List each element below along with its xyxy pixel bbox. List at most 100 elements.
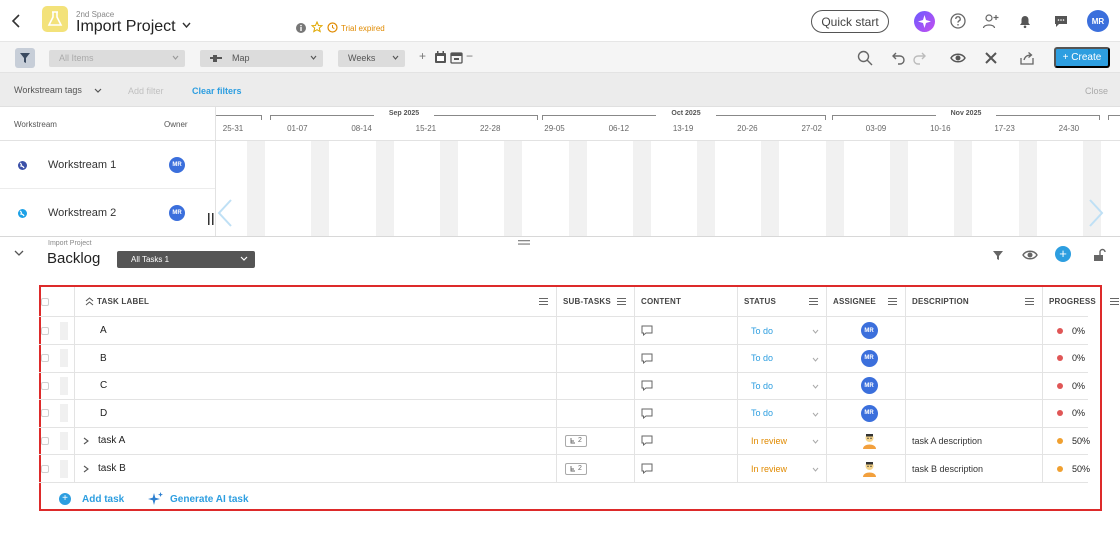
progress-cell[interactable]: 0% xyxy=(1043,372,1120,399)
assignee-header[interactable]: ASSIGNEE xyxy=(827,287,906,316)
row-select-cell[interactable] xyxy=(39,372,53,399)
calendar-icon[interactable] xyxy=(450,51,463,64)
description-cell[interactable] xyxy=(906,344,1043,372)
column-menu-icon[interactable] xyxy=(1110,298,1119,305)
ai-sparkle-icon[interactable] xyxy=(148,491,164,507)
assignee-avatar[interactable]: MR xyxy=(860,322,878,339)
star-icon[interactable] xyxy=(311,21,323,33)
progress-header[interactable]: PROGRESS xyxy=(1043,287,1120,316)
subtasks-badge[interactable]: 2 xyxy=(565,434,587,447)
scroll-right-arrow-icon[interactable] xyxy=(1088,198,1104,228)
chevron-down-icon[interactable] xyxy=(812,357,819,362)
task-label-cell[interactable]: B xyxy=(75,344,557,372)
workstream-row[interactable]: Workstream 2 MR xyxy=(0,189,215,237)
add-item-button[interactable]: + xyxy=(1055,246,1071,262)
drag-handle-bar[interactable] xyxy=(60,431,68,450)
project-title[interactable]: Import Project xyxy=(76,18,176,36)
assignee-cell[interactable] xyxy=(827,455,906,482)
task-label[interactable]: B xyxy=(100,353,107,364)
row-checkbox[interactable] xyxy=(41,354,49,363)
drag-handle-bar[interactable] xyxy=(60,349,68,368)
comment-icon[interactable] xyxy=(641,435,653,447)
owner-avatar[interactable]: MR xyxy=(169,205,185,221)
robot-avatar-icon[interactable] xyxy=(861,432,878,450)
chevron-down-icon[interactable] xyxy=(182,22,191,28)
chevron-down-icon[interactable] xyxy=(812,439,819,445)
content-cell[interactable] xyxy=(635,372,738,400)
description-cell[interactable]: task A description xyxy=(906,427,1043,455)
add-task-button[interactable]: Add task xyxy=(82,494,124,505)
status-cell[interactable]: In review xyxy=(738,455,827,482)
row-checkbox[interactable] xyxy=(41,381,49,390)
assignee-cell[interactable]: MR xyxy=(827,372,906,400)
filter-toggle-button[interactable] xyxy=(15,48,35,68)
task-label-cell[interactable]: A xyxy=(75,317,557,344)
timeline-divider[interactable] xyxy=(215,107,216,236)
create-button[interactable]: + Create xyxy=(1054,47,1110,68)
help-icon[interactable] xyxy=(949,12,967,30)
back-arrow-icon[interactable] xyxy=(8,12,26,30)
workstream-tags-filter[interactable]: Workstream tags xyxy=(14,85,82,95)
subtasks-cell[interactable] xyxy=(557,344,635,372)
sort-icon[interactable] xyxy=(85,297,94,306)
subtasks-header[interactable]: SUB-TASKS xyxy=(557,287,635,316)
description-cell[interactable] xyxy=(906,372,1043,400)
status-cell[interactable]: To do xyxy=(738,372,827,400)
drag-handle-bar[interactable] xyxy=(60,404,68,423)
description-header[interactable]: DESCRIPTION xyxy=(906,287,1043,316)
progress-cell[interactable]: 0% xyxy=(1043,345,1120,372)
chevron-down-icon[interactable] xyxy=(812,329,819,334)
row-drag-handle[interactable] xyxy=(53,455,75,482)
table-row[interactable]: A To do MR 0% xyxy=(39,317,1088,345)
robot-avatar-icon[interactable] xyxy=(861,460,878,478)
description-cell[interactable]: task B description xyxy=(906,455,1043,482)
comment-icon[interactable] xyxy=(641,325,653,336)
content-cell[interactable] xyxy=(635,427,738,455)
content-cell[interactable] xyxy=(635,317,738,344)
row-select-cell[interactable] xyxy=(39,345,53,372)
row-checkbox[interactable] xyxy=(41,409,49,418)
table-row[interactable]: B To do MR 0% xyxy=(39,344,1088,373)
resize-handle-icon[interactable] xyxy=(208,213,214,225)
task-label[interactable]: D xyxy=(100,408,107,419)
status-header[interactable]: STATUS xyxy=(738,287,827,316)
row-select-cell[interactable] xyxy=(39,317,53,344)
assignee-cell[interactable] xyxy=(827,427,906,455)
comment-icon[interactable] xyxy=(641,380,653,392)
workstream-row[interactable]: Workstream 1 MR xyxy=(0,141,215,189)
task-label-cell[interactable]: task A xyxy=(75,427,557,455)
items-select[interactable]: All Items xyxy=(49,50,185,67)
column-menu-icon[interactable] xyxy=(888,298,897,305)
subtasks-cell[interactable] xyxy=(557,317,635,344)
comment-icon[interactable] xyxy=(641,353,653,364)
row-checkbox[interactable] xyxy=(41,436,49,445)
task-label-cell[interactable]: D xyxy=(75,399,557,427)
unlock-icon[interactable] xyxy=(1091,247,1107,263)
invite-user-icon[interactable] xyxy=(982,12,1000,30)
row-drag-handle[interactable] xyxy=(53,399,75,427)
column-menu-icon[interactable] xyxy=(617,298,626,305)
content-cell[interactable] xyxy=(635,455,738,482)
subtasks-badge[interactable]: 2 xyxy=(565,462,587,475)
scroll-left-arrow-icon[interactable] xyxy=(217,198,233,228)
task-label-header[interactable]: TASK LABEL xyxy=(75,287,557,316)
breadcrumb[interactable]: Import Project xyxy=(48,240,92,247)
chevron-right-icon[interactable] xyxy=(83,437,89,445)
calendar-today-icon[interactable] xyxy=(434,51,447,64)
status-cell[interactable]: To do xyxy=(738,399,827,427)
add-filter-link[interactable]: Add filter xyxy=(128,86,164,96)
notification-bell-icon[interactable] xyxy=(1016,12,1034,30)
assignee-cell[interactable]: MR xyxy=(827,344,906,372)
chevron-down-icon[interactable] xyxy=(14,250,24,256)
panel-drag-handle-icon[interactable] xyxy=(518,240,530,245)
table-row[interactable]: D To do MR 0% xyxy=(39,399,1088,428)
row-drag-handle[interactable] xyxy=(53,372,75,400)
scale-select[interactable]: Weeks xyxy=(338,50,405,67)
row-drag-handle[interactable] xyxy=(53,427,75,455)
select-all-cell[interactable] xyxy=(39,287,53,316)
table-row[interactable]: task B 2 In review task B description 50% xyxy=(39,455,1090,483)
description-cell[interactable] xyxy=(906,399,1043,427)
subtasks-cell[interactable]: 2 xyxy=(557,455,635,482)
content-cell[interactable] xyxy=(635,344,738,372)
column-menu-icon[interactable] xyxy=(539,298,548,305)
